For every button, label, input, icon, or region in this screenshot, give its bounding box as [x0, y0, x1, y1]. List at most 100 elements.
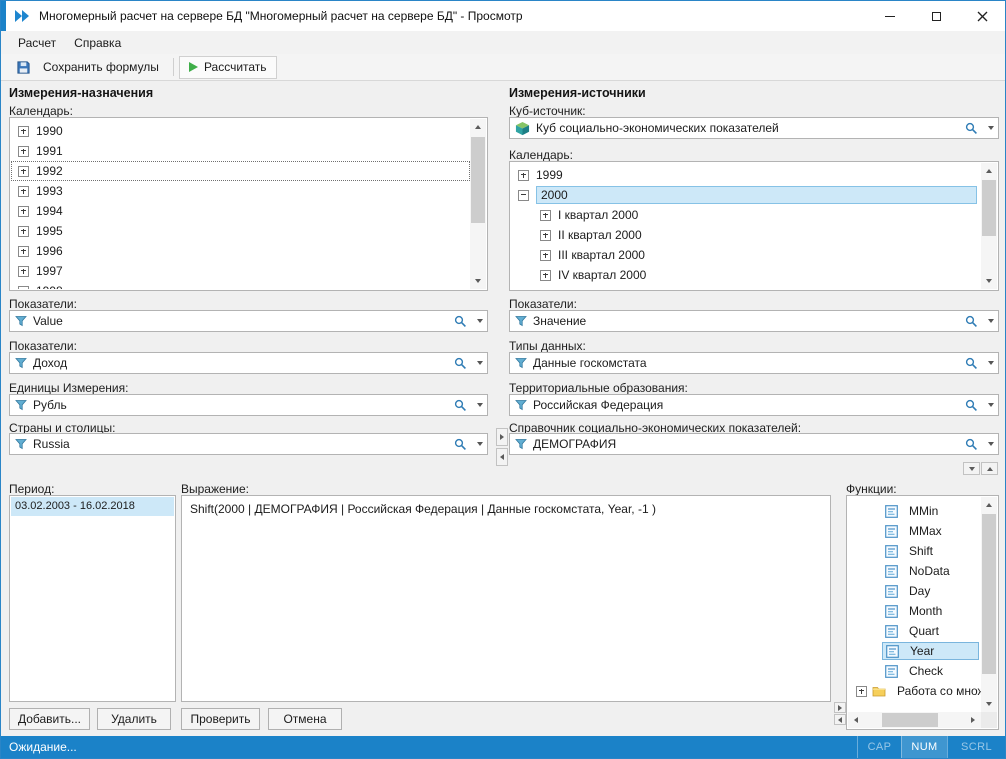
scroll-up-button[interactable]: [470, 119, 486, 135]
tree-item-1996[interactable]: 1996: [11, 241, 470, 261]
tree-item-1993[interactable]: 1993: [11, 181, 470, 201]
scroll-thumb[interactable]: [982, 514, 996, 674]
cancel-button[interactable]: Отмена: [268, 708, 342, 730]
scroll-up-button[interactable]: [981, 497, 997, 513]
horizontal-scrollbar[interactable]: [848, 712, 981, 728]
search-icon[interactable]: [960, 434, 983, 454]
plus-box-icon[interactable]: [18, 126, 29, 137]
tree-item-1997[interactable]: 1997: [11, 261, 470, 281]
splitter-collapse-up-button[interactable]: [981, 462, 998, 475]
plus-box-icon[interactable]: [18, 246, 29, 257]
tree-item-1995[interactable]: 1995: [11, 221, 470, 241]
tree-item-2000[interactable]: 2000: [511, 185, 981, 205]
scroll-right-button[interactable]: [965, 712, 981, 728]
scroll-down-button[interactable]: [981, 273, 997, 289]
src-territories-field[interactable]: Российская Федерация: [509, 394, 999, 416]
plus-box-icon[interactable]: [540, 250, 551, 261]
tree-item-1999[interactable]: 1999: [511, 165, 981, 185]
search-icon[interactable]: [960, 118, 983, 138]
function-item-quart[interactable]: Quart: [848, 621, 981, 641]
plus-box-icon[interactable]: [18, 226, 29, 237]
vertical-scrollbar[interactable]: [981, 497, 997, 712]
functions-splitter-left-button[interactable]: [834, 714, 846, 725]
chevron-down-icon[interactable]: [983, 118, 998, 138]
search-icon[interactable]: [449, 311, 472, 331]
plus-box-icon[interactable]: [540, 230, 551, 241]
delete-button[interactable]: Удалить: [97, 708, 171, 730]
vertical-scrollbar[interactable]: [981, 163, 997, 289]
dest-indicator2-field[interactable]: Доход: [9, 352, 488, 374]
plus-box-icon[interactable]: [18, 146, 29, 157]
chevron-down-icon[interactable]: [983, 434, 998, 454]
dest-countries-field[interactable]: Russia: [9, 433, 488, 455]
search-icon[interactable]: [960, 353, 983, 373]
period-item[interactable]: 03.02.2003 - 16.02.2018: [11, 497, 174, 516]
function-item-nodata[interactable]: NoData: [848, 561, 981, 581]
chevron-down-icon[interactable]: [983, 395, 998, 415]
dest-indicator-field[interactable]: Value: [9, 310, 488, 332]
function-item-month[interactable]: Month: [848, 601, 981, 621]
plus-box-icon[interactable]: [18, 286, 29, 290]
tree-item-1990[interactable]: 1990: [11, 121, 470, 141]
period-list[interactable]: 03.02.2003 - 16.02.2018: [9, 495, 176, 702]
function-item-check[interactable]: Check: [848, 661, 981, 681]
plus-box-icon[interactable]: [18, 266, 29, 277]
scroll-thumb[interactable]: [882, 713, 938, 727]
functions-splitter-right-button[interactable]: [834, 702, 846, 713]
scroll-left-button[interactable]: [848, 712, 864, 728]
src-indicator-field[interactable]: Значение: [509, 310, 999, 332]
plus-box-icon[interactable]: [18, 186, 29, 197]
scroll-thumb[interactable]: [982, 180, 996, 236]
function-item-year[interactable]: Year: [848, 641, 981, 661]
chevron-down-icon[interactable]: [472, 311, 487, 331]
cube-source-field[interactable]: Куб социально-экономических показателей: [509, 117, 999, 139]
search-icon[interactable]: [449, 353, 472, 373]
search-icon[interactable]: [960, 395, 983, 415]
plus-box-icon[interactable]: [540, 270, 551, 281]
plus-box-icon[interactable]: [540, 210, 551, 221]
minimize-button[interactable]: [867, 1, 913, 31]
plus-box-icon[interactable]: [18, 166, 29, 177]
menu-help[interactable]: Справка: [65, 33, 130, 53]
chevron-down-icon[interactable]: [472, 353, 487, 373]
function-item-day[interactable]: Day: [848, 581, 981, 601]
function-folder-sets[interactable]: Работа со множес: [848, 681, 981, 701]
search-icon[interactable]: [449, 395, 472, 415]
scroll-thumb[interactable]: [471, 137, 485, 223]
verify-button[interactable]: Проверить: [181, 708, 260, 730]
chevron-down-icon[interactable]: [472, 434, 487, 454]
tree-item-q3-2000[interactable]: III квартал 2000: [511, 245, 981, 265]
scroll-down-button[interactable]: [981, 696, 997, 712]
tree-item-1994[interactable]: 1994: [11, 201, 470, 221]
splitter-expand-left-button[interactable]: [496, 448, 508, 466]
search-icon[interactable]: [449, 434, 472, 454]
tree-item-q2-2000[interactable]: II квартал 2000: [511, 225, 981, 245]
src-dictionary-field[interactable]: ДЕМОГРАФИЯ: [509, 433, 999, 455]
splitter-collapse-down-button[interactable]: [963, 462, 980, 475]
function-item-mmin[interactable]: MMin: [848, 501, 981, 521]
function-item-mmax[interactable]: MMax: [848, 521, 981, 541]
tree-item-q4-2000[interactable]: IV квартал 2000: [511, 265, 981, 285]
expression-area[interactable]: Shift(2000 | ДЕМОГРАФИЯ | Российская Фед…: [181, 495, 831, 702]
add-button[interactable]: Добавить...: [9, 708, 90, 730]
tree-item-1992[interactable]: 1992: [11, 161, 470, 181]
plus-box-icon[interactable]: [518, 170, 529, 181]
save-formulas-button[interactable]: Сохранить формулы: [7, 56, 168, 79]
search-icon[interactable]: [960, 311, 983, 331]
scroll-up-button[interactable]: [981, 163, 997, 179]
menu-calculation[interactable]: Расчет: [9, 33, 65, 53]
close-button[interactable]: [959, 1, 1005, 31]
src-datatypes-field[interactable]: Данные госкомстата: [509, 352, 999, 374]
tree-item-q1-2000[interactable]: I квартал 2000: [511, 205, 981, 225]
tree-item-1998[interactable]: 1998: [11, 281, 470, 289]
chevron-down-icon[interactable]: [472, 395, 487, 415]
scroll-down-button[interactable]: [470, 273, 486, 289]
function-item-shift[interactable]: Shift: [848, 541, 981, 561]
vertical-scrollbar[interactable]: [470, 119, 486, 289]
maximize-button[interactable]: [913, 1, 959, 31]
splitter-expand-right-button[interactable]: [496, 428, 508, 446]
minus-box-icon[interactable]: [518, 190, 529, 201]
plus-box-icon[interactable]: [856, 686, 867, 697]
chevron-down-icon[interactable]: [983, 311, 998, 331]
chevron-down-icon[interactable]: [983, 353, 998, 373]
